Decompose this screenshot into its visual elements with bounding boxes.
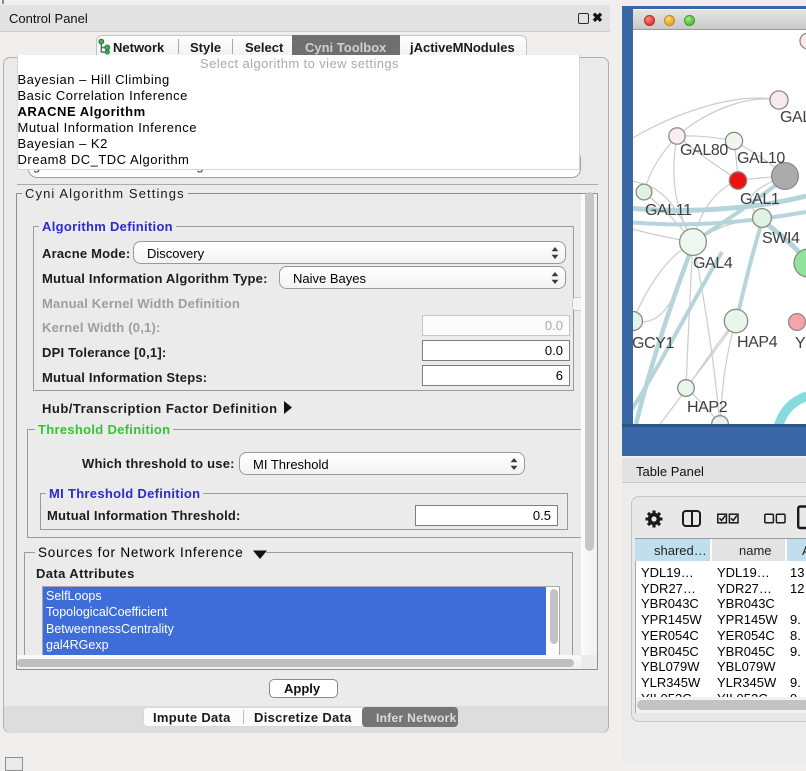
svg-text:GAL10: GAL10 — [737, 150, 785, 167]
svg-text:GAL80: GAL80 — [680, 142, 728, 159]
svg-text:GAL11: GAL11 — [645, 202, 692, 219]
svg-text:GCY1: GCY1 — [633, 335, 674, 352]
svg-text:GAL4: GAL4 — [693, 255, 733, 272]
svg-text:HAP2: HAP2 — [687, 399, 728, 416]
svg-text:Y: Y — [795, 335, 806, 352]
svg-text:GAL: GAL — [780, 109, 806, 126]
svg-text:SWI4: SWI4 — [762, 230, 800, 247]
svg-text:HAP4: HAP4 — [737, 334, 778, 351]
svg-text:GAL1: GAL1 — [740, 191, 780, 208]
